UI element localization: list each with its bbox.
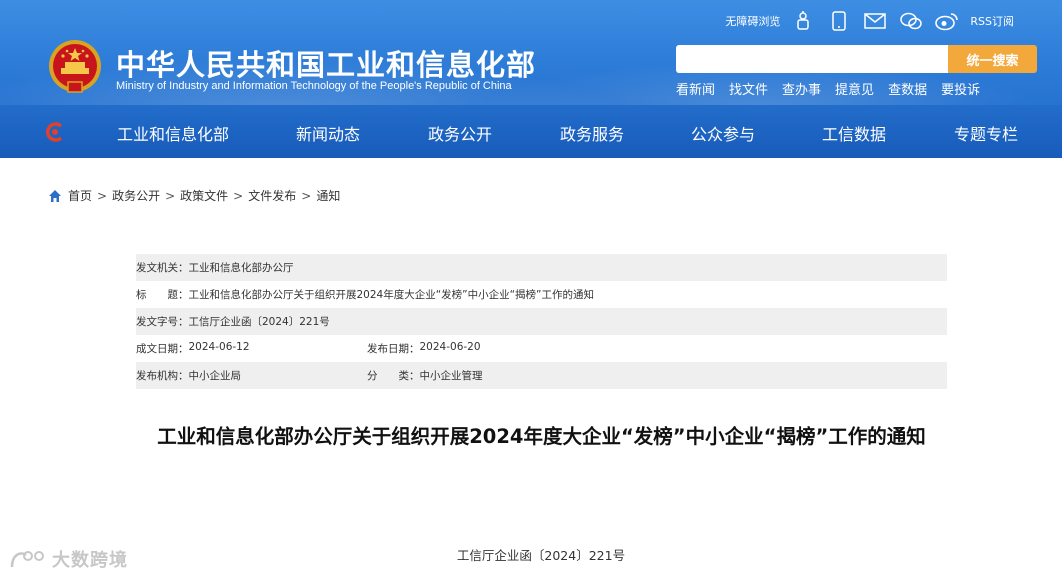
nav-item-gov-affairs[interactable]: 政务公开 [428,121,492,145]
breadcrumb-separator: > [233,188,244,203]
wechat-icon[interactable] [898,10,924,32]
created-date-label: 成文日期： [136,343,189,355]
breadcrumb-notice[interactable]: 通知 [316,187,340,204]
created-date-value: 2024-06-12 [188,341,250,353]
doc-number-label: 发文字号： [136,316,189,328]
site-title[interactable]: 中华人民共和国工业和信息化部 [116,42,536,84]
search-input[interactable] [676,45,948,73]
info-row-title: 标 题： 工业和信息化部办公厅关于组织开展2024年度大企业“发榜”中小企业“揭… [136,281,947,308]
issuer-label: 发文机关： [136,262,189,274]
quick-link-feedback[interactable]: 提意见 [835,79,874,98]
robot-assistant-icon[interactable] [790,10,816,32]
breadcrumb: 首页 > 政务公开 > 政策文件 > 文件发布 > 通知 [48,187,340,204]
watermark: 大数跨境 [8,546,128,572]
mobile-icon[interactable] [826,10,852,32]
nav-item-participation[interactable]: 公众参与 [691,121,755,145]
category-label: 分 类： [367,370,420,382]
site-subtitle: Ministry of Industry and Information Tec… [116,80,512,92]
breadcrumb-file-release[interactable]: 文件发布 [248,187,296,204]
watermark-text: 大数跨境 [52,550,128,571]
watermark-logo-icon [10,551,44,568]
site-header: 中华人民共和国工业和信息化部 Ministry of Industry and … [0,0,1062,158]
info-row-issuer: 发文机关： 工业和信息化部办公厅 [136,254,947,281]
title-label: 标 题： [136,289,189,301]
nav-item-news[interactable]: 新闻动态 [296,121,360,145]
main-nav: 工业和信息化部 新闻动态 政务公开 政务服务 公众参与 工信数据 专题专栏 [0,105,1062,158]
published-date-label: 发布日期： [367,343,420,355]
top-utility-bar: 无障碍浏览 RSS订阅 [725,10,1014,32]
issuer-value: 工业和信息化部办公厅 [188,262,294,274]
mail-icon[interactable] [862,10,888,32]
rss-link[interactable]: RSS订阅 [970,13,1014,29]
breadcrumb-separator: > [165,188,176,203]
info-row-doc-number: 发文字号： 工信厅企业函〔2024〕221号 [136,308,947,335]
quick-links: 看新闻 找文件 查办事 提意见 查数据 要投诉 [676,79,980,98]
info-row-org: 发布机构： 中小企业局 分 类： 中小企业管理 [136,362,947,389]
ministry-logo-icon[interactable] [44,121,66,143]
published-date-value: 2024-06-20 [419,341,481,353]
title-value: 工业和信息化部办公厅关于组织开展2024年度大企业“发榜”中小企业“揭榜”工作的… [188,289,594,301]
breadcrumb-home[interactable]: 首页 [68,187,92,204]
breadcrumb-policy-files[interactable]: 政策文件 [180,187,228,204]
document-title: 工业和信息化部办公厅关于组织开展2024年度大企业“发榜”中小企业“揭榜”工作的… [157,425,926,448]
search-button[interactable]: 统一搜索 [948,45,1037,73]
home-icon [49,189,61,202]
breadcrumb-gov-affairs[interactable]: 政务公开 [112,187,160,204]
document-number: 工信厅企业函〔2024〕221号 [456,548,626,563]
nav-item-ministry[interactable]: 工业和信息化部 [117,121,229,145]
national-emblem-icon[interactable] [48,38,102,96]
quick-link-files[interactable]: 找文件 [729,79,768,98]
org-value: 中小企业局 [188,370,242,382]
doc-number-value: 工信厅企业函〔2024〕221号 [188,316,330,328]
document-info-table: 发文机关： 工业和信息化部办公厅 标 题： 工业和信息化部办公厅关于组织开展20… [136,254,947,389]
accessibility-link[interactable]: 无障碍浏览 [725,13,780,29]
nav-item-gov-services[interactable]: 政务服务 [560,121,624,145]
quick-link-complaint[interactable]: 要投诉 [941,79,980,98]
nav-item-data[interactable]: 工信数据 [822,121,886,145]
breadcrumb-separator: > [301,188,312,203]
quick-link-services[interactable]: 查办事 [782,79,821,98]
nav-item-topics[interactable]: 专题专栏 [954,121,1018,145]
weibo-icon[interactable] [934,10,960,32]
quick-link-data[interactable]: 查数据 [888,79,927,98]
category-value: 中小企业管理 [419,370,483,382]
breadcrumb-separator: > [97,188,108,203]
info-row-dates: 成文日期： 2024-06-12 发布日期： 2024-06-20 [136,335,947,362]
quick-link-news[interactable]: 看新闻 [676,79,715,98]
org-label: 发布机构： [136,370,189,382]
